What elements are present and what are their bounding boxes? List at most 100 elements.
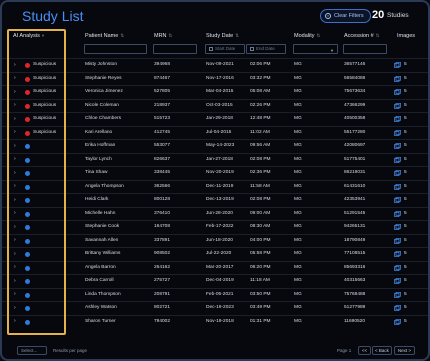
accession-cell: 51277989: [344, 305, 366, 310]
expand-row-icon[interactable]: ›: [14, 89, 16, 95]
image-stack-icon[interactable]: [394, 318, 401, 325]
table-row[interactable]: › Suspicious Misty Johnston 394968 Nov-09-20…: [2, 58, 428, 72]
column-accession[interactable]: Accession # ⇅: [344, 33, 379, 39]
expand-row-icon[interactable]: ›: [14, 183, 16, 189]
image-stack-icon[interactable]: [394, 89, 401, 95]
first-page-button[interactable]: <<: [358, 346, 371, 355]
image-stack-icon[interactable]: [394, 237, 401, 244]
study-time-cell: 05:08 AM: [250, 89, 271, 94]
table-row[interactable]: › Angela Thompson 362566 Dec-11-2019 11:58 A…: [2, 179, 428, 194]
image-stack-icon[interactable]: [394, 291, 401, 298]
clear-filters-button[interactable]: × Clear Filters: [320, 9, 371, 23]
table-row[interactable]: › Angela Barron 264162 Mar-20-2017 06:20 PM M…: [2, 260, 428, 275]
expand-row-icon[interactable]: ›: [14, 197, 16, 203]
image-stack-icon[interactable]: [394, 143, 401, 149]
accession-cell: 36577146: [344, 62, 366, 67]
expand-row-icon[interactable]: ›: [14, 156, 16, 162]
next-button[interactable]: Next >: [394, 346, 415, 355]
table-row[interactable]: › Linda Thompson 208791 Feb-05-2021 03:50 PM…: [2, 287, 428, 302]
image-stack-icon[interactable]: [394, 224, 401, 230]
image-stack-icon[interactable]: [394, 75, 401, 82]
study-time-cell: 09:00 AM: [250, 210, 271, 216]
normal-status-dot: [25, 198, 30, 203]
accession-cell: 42080697: [344, 143, 366, 148]
patient-name-cell: Debra Carroll: [85, 278, 114, 283]
expand-row-icon[interactable]: ›: [14, 305, 16, 311]
expand-row-icon[interactable]: ›: [14, 278, 16, 284]
table-row[interactable]: › Suspicious Stephanie Reyes 874467 Nov-17-2…: [2, 71, 428, 86]
accession-filter[interactable]: [343, 44, 387, 54]
column-patient-name[interactable]: Patient Name ⇅: [85, 33, 124, 39]
expand-row-icon[interactable]: ›: [14, 62, 16, 68]
mrn-cell: 164708: [154, 224, 171, 229]
image-count-cell: 5: [404, 75, 407, 81]
expand-row-icon[interactable]: ›: [14, 102, 16, 108]
table-row[interactable]: › Suspicious Chloe Chambers 515723 Jan-29-20…: [2, 112, 428, 126]
study-time-cell: 03:32 PM: [250, 75, 271, 81]
ai-result-label: Suspicious: [33, 129, 57, 135]
modality-select[interactable]: ▼: [293, 44, 338, 54]
suspicious-status-dot: [25, 90, 30, 95]
expand-row-icon[interactable]: ›: [14, 116, 16, 122]
image-stack-icon[interactable]: [394, 278, 401, 284]
column-ai-analysis[interactable]: AI Analysis ▾: [13, 33, 44, 39]
expand-row-icon[interactable]: ›: [14, 264, 16, 270]
expand-row-icon[interactable]: ›: [14, 291, 16, 297]
patient-name-filter[interactable]: [84, 44, 147, 54]
image-stack-icon[interactable]: [394, 264, 401, 271]
column-study-date[interactable]: Study Date ⇅: [206, 33, 239, 39]
expand-row-icon[interactable]: ›: [14, 170, 16, 176]
image-stack-icon[interactable]: [394, 210, 401, 217]
expand-row-icon[interactable]: ›: [14, 251, 16, 257]
table-row[interactable]: › Suspicious Nicole Coleman 218937 Oct-03-20…: [2, 98, 428, 113]
table-row[interactable]: › Debra Carroll 275727 Dec-04-2019 11:18 AM M…: [2, 274, 428, 288]
image-stack-icon[interactable]: [394, 156, 401, 163]
expand-row-icon[interactable]: ›: [14, 143, 16, 149]
back-button[interactable]: < Back: [372, 346, 392, 355]
table-row[interactable]: › Heidi Clark 800128 Dec-13-2019 02:08 PM MG 4…: [2, 193, 428, 207]
start-date-filter[interactable]: Start Date: [205, 44, 245, 54]
column-modality[interactable]: Modality ⇅: [294, 33, 320, 39]
table-row[interactable]: › Sharon Turner 794002 Nov-19-2018 01:31 PM M…: [2, 314, 428, 329]
table-row[interactable]: › Tina Shaw 338445 Nov-20-2019 02:36 PM MG 862…: [2, 166, 428, 180]
normal-status-dot: [25, 265, 30, 271]
table-row[interactable]: › Taylor Lynch 826637 Jan-27-2018 02:08 PM MG…: [2, 152, 428, 167]
table-row[interactable]: › Suspicious Kari Arellano 412745 Jul-04-201…: [2, 125, 428, 140]
image-stack-icon[interactable]: [394, 62, 401, 68]
table-row[interactable]: › Ashley Watson 802721 Dec-19-2023 03:49 PM M…: [2, 301, 428, 315]
expand-row-icon[interactable]: ›: [14, 237, 16, 243]
table-row[interactable]: › Erika Hoffman 553077 May-14-2023 09:56 AM M…: [2, 139, 428, 153]
image-stack-icon[interactable]: [394, 197, 401, 203]
image-stack-icon[interactable]: [394, 251, 401, 257]
modality-cell: MG: [294, 170, 302, 175]
study-date-cell: Feb-17-2022: [206, 224, 234, 229]
expand-row-icon[interactable]: ›: [14, 210, 16, 216]
table-row[interactable]: › Brittany Williams 908502 Jul-22-2020 05:58…: [2, 247, 428, 261]
mrn-filter[interactable]: [153, 44, 197, 54]
sort-icon: ⇅: [316, 33, 321, 38]
expand-row-icon[interactable]: ›: [14, 75, 16, 81]
study-time-cell: 02:08 PM: [250, 197, 271, 202]
image-stack-icon[interactable]: [394, 305, 401, 311]
expand-row-icon[interactable]: ›: [14, 129, 16, 135]
table-row[interactable]: › Stephanie Cook 164708 Feb-17-2022 08:30 AM…: [2, 220, 428, 234]
expand-row-icon[interactable]: ›: [14, 224, 16, 230]
expand-row-icon[interactable]: ›: [14, 318, 16, 324]
table-row[interactable]: › Michelle Hahn 376410 Jun-28-2020 09:00 AM M…: [2, 206, 428, 221]
image-stack-icon[interactable]: [394, 102, 401, 109]
table-row[interactable]: › Savannah Allen 337891 Jun-18-2020 04:00 PM…: [2, 233, 428, 248]
accession-cell: 47366299: [344, 102, 366, 108]
column-mrn[interactable]: MRN ⇅: [154, 33, 172, 39]
image-stack-icon[interactable]: [394, 129, 401, 136]
image-stack-icon[interactable]: [394, 116, 401, 122]
study-time-cell: 02:06 PM: [250, 62, 271, 67]
results-per-page-select[interactable]: Select...: [17, 346, 47, 355]
image-stack-icon[interactable]: [394, 170, 401, 176]
patient-name-cell: Misty Johnston: [85, 62, 117, 67]
study-count: 20: [372, 9, 385, 21]
table-row[interactable]: › Suspicious Veronica Jimenez 527805 Mar-04-…: [2, 85, 428, 99]
accession-cell: 75673634: [344, 89, 366, 94]
end-date-filter[interactable]: End Date: [246, 44, 286, 54]
accession-cell: 55177280: [344, 129, 366, 135]
image-stack-icon[interactable]: [394, 183, 401, 190]
